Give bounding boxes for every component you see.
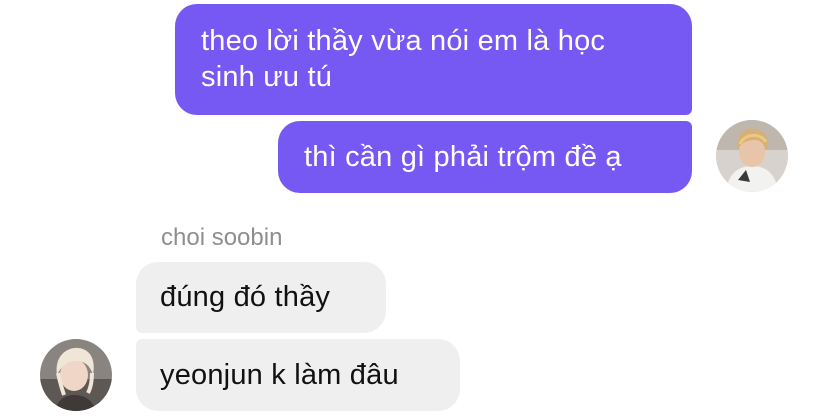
message-text: đúng đó thầy bbox=[160, 281, 331, 313]
incoming-message-bubble[interactable]: đúng đó thầy bbox=[136, 262, 386, 333]
message-text: thì cần gì phải trộm đề ạ bbox=[304, 141, 622, 173]
contact-avatar-icon[interactable] bbox=[40, 339, 112, 411]
incoming-message-bubble[interactable]: yeonjun k làm đâu bbox=[136, 339, 460, 411]
message-text: yeonjun k làm đâu bbox=[160, 359, 399, 391]
message-text: theo lời thầy vừa nói em là học sinh ưu … bbox=[201, 25, 606, 93]
user-avatar-icon[interactable] bbox=[716, 120, 788, 192]
outgoing-message-bubble[interactable]: theo lời thầy vừa nói em là học sinh ưu … bbox=[175, 4, 692, 115]
sender-name: choi soobin bbox=[161, 224, 283, 251]
outgoing-message-bubble[interactable]: thì cần gì phải trộm đề ạ bbox=[278, 121, 692, 193]
